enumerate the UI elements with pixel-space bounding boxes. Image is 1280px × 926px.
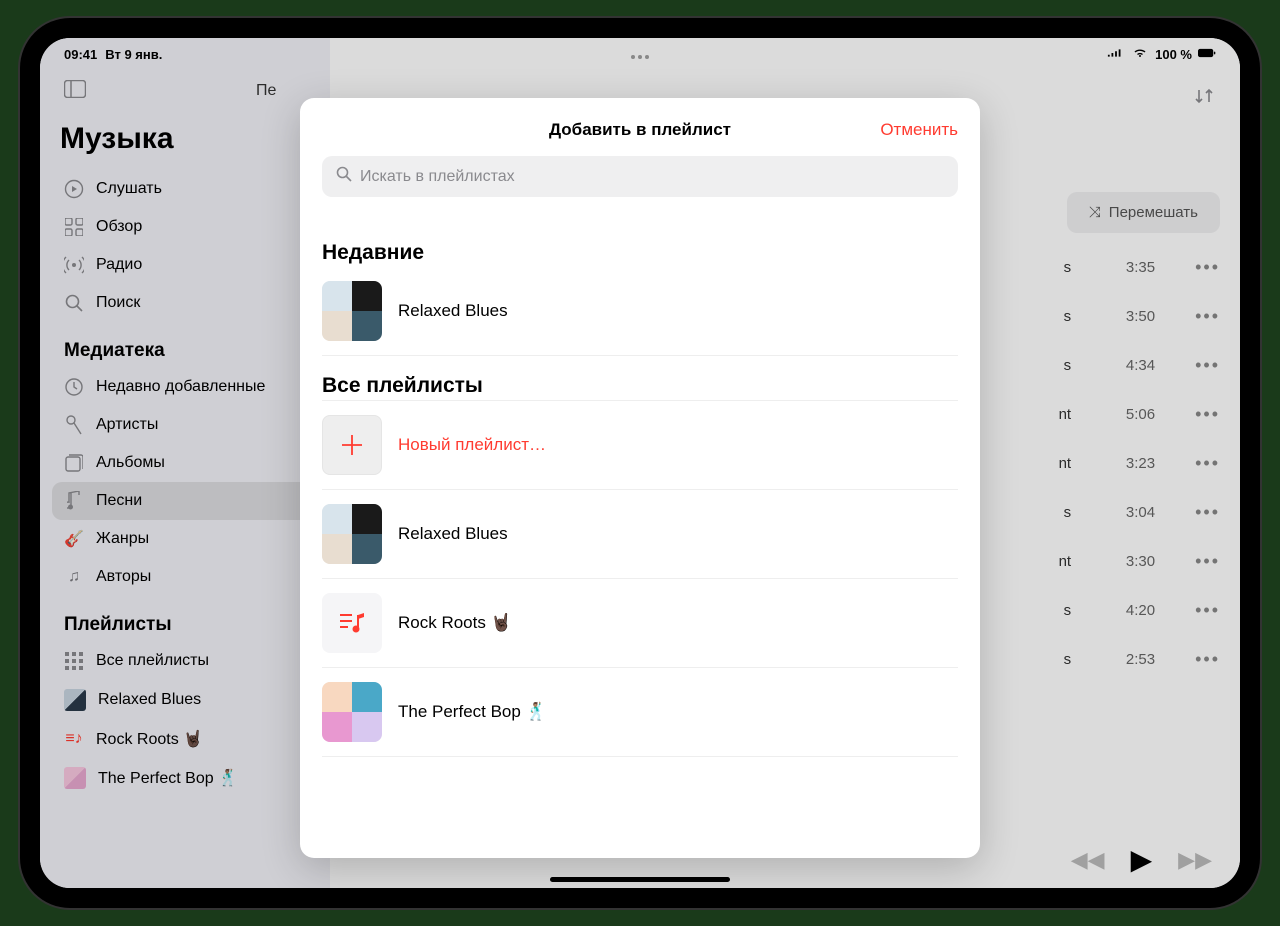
new-playlist-row[interactable]: Новый плейлист… <box>322 401 958 490</box>
playlist-artwork <box>322 281 382 341</box>
playlist-row[interactable]: The Perfect Bop 🕺🏽 <box>322 668 958 757</box>
playlist-artwork <box>322 593 382 653</box>
cancel-button[interactable]: Отменить <box>880 120 958 140</box>
playlist-artwork <box>322 682 382 742</box>
all-playlists-heading: Все плейлисты <box>322 374 958 398</box>
playlist-artwork <box>322 504 382 564</box>
playlist-row-recent[interactable]: Relaxed Blues <box>322 267 958 356</box>
playlist-name: Rock Roots 🤘🏿 <box>398 613 512 633</box>
search-icon <box>336 166 352 187</box>
search-input[interactable] <box>360 168 944 186</box>
playlist-name: Relaxed Blues <box>398 301 508 321</box>
recent-heading: Недавние <box>322 241 958 265</box>
new-playlist-label: Новый плейлист… <box>398 435 546 455</box>
plus-icon <box>322 415 382 475</box>
multitask-dots[interactable] <box>631 55 649 59</box>
search-playlists-field[interactable] <box>322 156 958 197</box>
wifi-icon <box>1131 47 1149 62</box>
playlist-name: Relaxed Blues <box>398 524 508 544</box>
battery-icon <box>1198 47 1216 62</box>
home-indicator[interactable] <box>550 877 730 882</box>
playlist-row[interactable]: Relaxed Blues <box>322 490 958 579</box>
battery-percent: 100 % <box>1155 47 1192 62</box>
status-date: Вт 9 янв. <box>105 47 162 62</box>
modal-title: Добавить в плейлист <box>549 120 731 140</box>
add-to-playlist-modal: Добавить в плейлист Отменить Недавние Re… <box>300 98 980 858</box>
status-time: 09:41 <box>64 47 97 62</box>
cellular-icon <box>1107 47 1125 62</box>
playlist-name: The Perfect Bop 🕺🏽 <box>398 702 547 722</box>
status-bar: 09:41 Вт 9 янв. 100 % <box>40 38 1240 66</box>
playlist-row[interactable]: Rock Roots 🤘🏿 <box>322 579 958 668</box>
